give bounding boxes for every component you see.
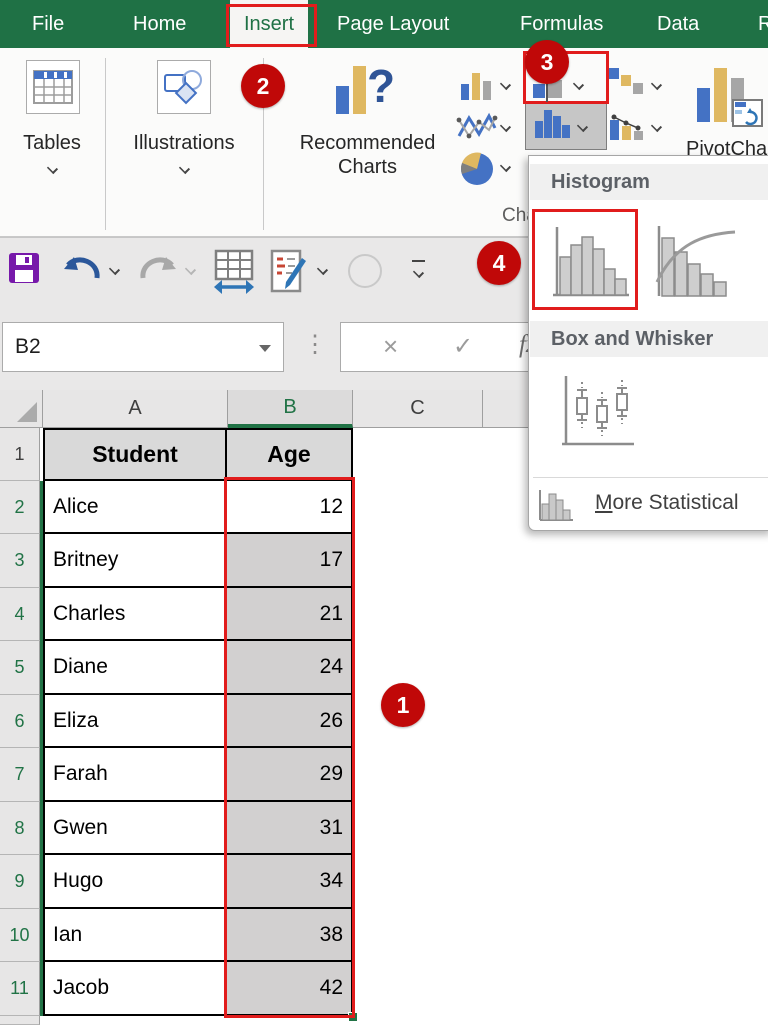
annotation-badge-4: 4	[477, 241, 521, 285]
name-box-value: B2	[15, 335, 41, 359]
row-header-4[interactable]: 4	[0, 588, 40, 641]
cell-B1[interactable]: Age	[227, 428, 353, 481]
edit-document-icon	[270, 249, 312, 295]
row-header-5[interactable]: 5	[0, 641, 40, 695]
redo-dropdown-chevron[interactable]	[185, 264, 196, 275]
cell-A6[interactable]: Eliza	[43, 695, 227, 748]
row-header-11[interactable]: 11	[0, 962, 40, 1016]
box-whisker-chart-option[interactable]	[549, 368, 649, 458]
cell-A3[interactable]: Britney	[43, 534, 227, 588]
row-header-3[interactable]: 3	[0, 534, 40, 588]
box-whisker-option-icon	[560, 374, 638, 452]
cell-A10[interactable]: Ian	[43, 909, 227, 962]
histogram-chart-icon	[534, 108, 574, 144]
chevron-down-icon	[651, 121, 662, 132]
insert-statistic-chart-button[interactable]	[525, 101, 607, 150]
save-icon	[8, 252, 40, 284]
pie-chart-icon	[459, 151, 495, 192]
row-header-12[interactable]	[0, 1016, 40, 1025]
chevron-down-icon	[47, 163, 58, 174]
tab-home[interactable]: Home	[133, 0, 186, 48]
chevron-down-icon	[500, 121, 511, 132]
annotation-box-selected-range	[224, 477, 355, 1018]
illustrations-icon	[157, 60, 211, 114]
undo-icon	[60, 252, 102, 284]
select-all-button[interactable]	[0, 390, 43, 428]
recommended-charts-icon: ?	[330, 56, 396, 127]
row-header-10[interactable]: 10	[0, 909, 40, 962]
customize-qat-button[interactable]	[412, 260, 425, 271]
table-icon	[26, 60, 80, 114]
column-header-A[interactable]: A	[43, 390, 228, 428]
chevron-down-icon	[500, 79, 511, 90]
enter-icon[interactable]: ✓	[453, 332, 473, 361]
more-statistical-icon	[537, 488, 575, 522]
save-button[interactable]	[8, 252, 40, 289]
annotation-badge-2: 2	[241, 64, 285, 108]
annotation-box-histogram-option	[532, 209, 638, 310]
ribbon-tab-bar: File Home Insert Page Layout Formulas Da…	[0, 0, 768, 48]
line-chart-icon	[456, 110, 498, 149]
group-separator	[105, 58, 106, 230]
row-header-7[interactable]: 7	[0, 748, 40, 802]
undo-button[interactable]	[60, 252, 102, 289]
histogram-section-header: Histogram	[530, 164, 768, 200]
cell-A2[interactable]: Alice	[43, 481, 227, 534]
pareto-chart-option[interactable]	[649, 218, 741, 308]
cancel-icon[interactable]: ×	[383, 331, 398, 362]
edit-dropdown-chevron[interactable]	[317, 264, 328, 275]
row-header-9[interactable]: 9	[0, 855, 40, 909]
cell-A9[interactable]: Hugo	[43, 855, 227, 909]
box-whisker-section-header: Box and Whisker	[530, 321, 768, 357]
tab-page-layout[interactable]: Page Layout	[337, 0, 449, 48]
column-width-icon	[212, 249, 256, 295]
svg-text:?: ?	[367, 60, 395, 112]
combo-chart-icon	[608, 110, 646, 147]
cell-A1[interactable]: Student	[43, 428, 227, 481]
cell-A11[interactable]: Jacob	[43, 962, 227, 1016]
redo-icon	[138, 252, 180, 284]
tab-review[interactable]: Review	[758, 0, 768, 48]
cell-A4[interactable]: Charles	[43, 588, 227, 641]
column-width-button[interactable]	[212, 249, 256, 300]
formula-bar-splitter[interactable]: ⋮	[303, 330, 327, 359]
undo-dropdown-chevron[interactable]	[109, 264, 120, 275]
recommended-charts-label-2: Charts	[285, 156, 450, 179]
row-header-8[interactable]: 8	[0, 802, 40, 855]
waterfall-chart-icon	[608, 66, 644, 105]
row-header-1[interactable]: 1	[0, 428, 40, 481]
chevron-down-icon	[500, 161, 511, 172]
select-all-triangle-icon	[17, 402, 37, 422]
column-header-B[interactable]: B	[228, 390, 353, 428]
row-header-2[interactable]: 2	[0, 481, 40, 534]
redo-button[interactable]	[138, 252, 180, 289]
chevron-down-icon	[577, 121, 588, 132]
tab-data[interactable]: Data	[657, 0, 699, 48]
edit-document-button[interactable]	[270, 249, 312, 300]
name-box[interactable]: B2	[2, 322, 284, 372]
circle-shape-icon[interactable]	[348, 254, 382, 288]
pareto-option-icon	[653, 222, 737, 304]
annotation-badge-3: 3	[525, 40, 569, 84]
annotation-badge-1: 1	[381, 683, 425, 727]
row-header-6[interactable]: 6	[0, 695, 40, 748]
cell-A8[interactable]: Gwen	[43, 802, 227, 855]
column-chart-icon	[460, 70, 494, 107]
tab-file[interactable]: File	[32, 0, 64, 48]
chevron-down-icon	[179, 163, 190, 174]
column-header-C[interactable]: C	[353, 390, 483, 428]
chevron-down-icon	[651, 79, 662, 90]
cell-A7[interactable]: Farah	[43, 748, 227, 802]
pivotchart-icon	[693, 64, 763, 139]
annotation-box-insert-tab	[226, 4, 317, 47]
excel-window: File Home Insert Page Layout Formulas Da…	[0, 0, 768, 1025]
tables-label: Tables	[2, 132, 102, 155]
more-statistical-label: More Statistical	[595, 491, 739, 515]
recommended-charts-label-1: Recommended	[285, 132, 450, 155]
name-box-dropdown-icon[interactable]	[259, 345, 271, 352]
tab-formulas[interactable]: Formulas	[520, 0, 603, 48]
illustrations-label: Illustrations	[119, 132, 249, 155]
more-statistical-menu-item[interactable]: More Statistical	[529, 478, 768, 530]
cell-A5[interactable]: Diane	[43, 641, 227, 695]
